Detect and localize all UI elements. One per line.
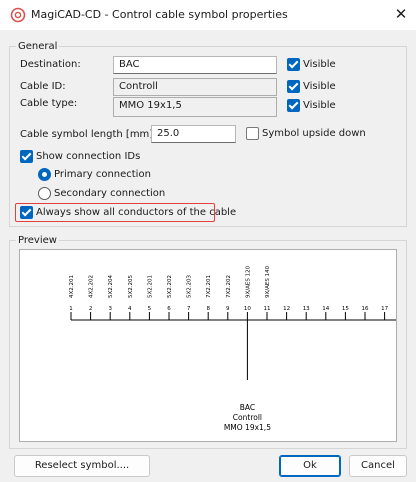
show-ids-label: Show connection IDs (36, 151, 141, 162)
checkbox-checked-icon (20, 150, 33, 163)
cable-id-label: Cable ID: (20, 81, 66, 92)
checkbox-checked-icon (287, 99, 300, 112)
connection-id-label: 7X2.202 (226, 275, 232, 298)
checkbox-checked-icon (287, 58, 300, 71)
conductor-number: 9 (226, 306, 230, 312)
conductor-number: 2 (89, 306, 93, 312)
visible-label: Visible (303, 81, 336, 92)
cable-type-label: Cable type: (20, 98, 78, 109)
symbol-length-label: Cable symbol length [mm]: (20, 129, 157, 140)
show-all-conductors-checkbox[interactable]: Always show all conductors of the cable (20, 206, 236, 219)
conductor-number: 11 (264, 306, 271, 312)
radio-selected-icon (38, 168, 51, 181)
title-bar: MagiCAD-CD - Control cable symbol proper… (0, 0, 416, 30)
upside-down-label: Symbol upside down (262, 128, 366, 139)
symbol-length-field[interactable]: 25.0 (151, 125, 236, 143)
checkbox-unchecked-icon (246, 127, 259, 140)
connection-id-label: 4X2.201 (69, 275, 75, 298)
destination-label: Destination: (20, 59, 81, 70)
secondary-connection-radio[interactable]: Secondary connection (38, 187, 165, 200)
primary-connection-label: Primary connection (54, 169, 151, 180)
general-group-label: General (16, 40, 60, 53)
conductor-number: 16 (362, 306, 369, 312)
conductor-number: 6 (167, 306, 171, 312)
preview-canvas: 123456789101112131415161718194X2.2014X2.… (19, 249, 416, 442)
radio-unselected-icon (38, 187, 51, 200)
primary-connection-radio[interactable]: Primary connection (38, 168, 151, 181)
show-all-conductors-label: Always show all conductors of the cable (36, 207, 237, 218)
upside-down-checkbox[interactable]: Symbol upside down (246, 127, 366, 140)
checkbox-checked-icon (20, 206, 33, 219)
conductor-number: 10 (244, 306, 251, 312)
visible-label: Visible (303, 59, 336, 70)
conductor-number: 17 (381, 306, 388, 312)
cable-type-visible-checkbox[interactable]: Visible (287, 99, 336, 112)
cable-id-field: Controll (113, 78, 277, 96)
connection-id-label: 7X2.201 (206, 275, 212, 298)
visible-label: Visible (303, 100, 336, 111)
conductor-number: 14 (322, 306, 329, 312)
cable-id-visible-checkbox[interactable]: Visible (287, 80, 336, 93)
conductor-number: 3 (108, 306, 112, 312)
connection-id-label: 5X2.204 (108, 274, 114, 298)
conductor-number: 12 (283, 306, 290, 312)
conductor-number: 4 (128, 306, 132, 312)
cable-symbol-drawing: 123456789101112131415161718194X2.2014X2.… (69, 265, 416, 432)
connection-id-label: 5X2.201 (147, 275, 153, 298)
conductor-number: 1 (69, 306, 73, 312)
window-title: MagiCAD-CD - Control cable symbol proper… (31, 8, 288, 21)
connection-id-label: 5X2.205 (128, 274, 134, 298)
conductor-number: 15 (342, 306, 349, 312)
secondary-connection-label: Secondary connection (54, 188, 166, 199)
connection-id-label: 9X/AES 140 (265, 265, 271, 298)
magicad-logo-icon (10, 7, 26, 23)
cancel-button[interactable]: Cancel (349, 455, 407, 477)
connection-id-label: 9X/AES 120 (245, 265, 251, 298)
conductor-number: 13 (303, 306, 310, 312)
conductor-number: 5 (148, 306, 152, 312)
destination-field[interactable]: BAC (113, 56, 277, 74)
connection-id-label: 4X2.202 (89, 275, 95, 298)
reselect-symbol-button[interactable]: Reselect symbol.... (14, 455, 150, 477)
cable-label: BAC (240, 403, 255, 412)
cable-label: MMO 19x1,5 (224, 423, 271, 432)
destination-visible-checkbox[interactable]: Visible (287, 58, 336, 71)
conductor-number: 8 (206, 306, 210, 312)
preview-group-label: Preview (16, 234, 59, 247)
close-icon[interactable]: ✕ (386, 0, 416, 30)
cable-label: Controll (233, 413, 262, 422)
connection-id-label: 5X2.202 (167, 275, 173, 298)
show-connection-ids-checkbox[interactable]: Show connection IDs (20, 150, 140, 163)
connection-id-label: 5X2.203 (187, 274, 193, 298)
ok-button[interactable]: Ok (279, 455, 341, 477)
checkbox-checked-icon (287, 80, 300, 93)
conductor-number: 7 (187, 306, 191, 312)
cable-type-field: MMO 19x1,5 (113, 97, 277, 117)
